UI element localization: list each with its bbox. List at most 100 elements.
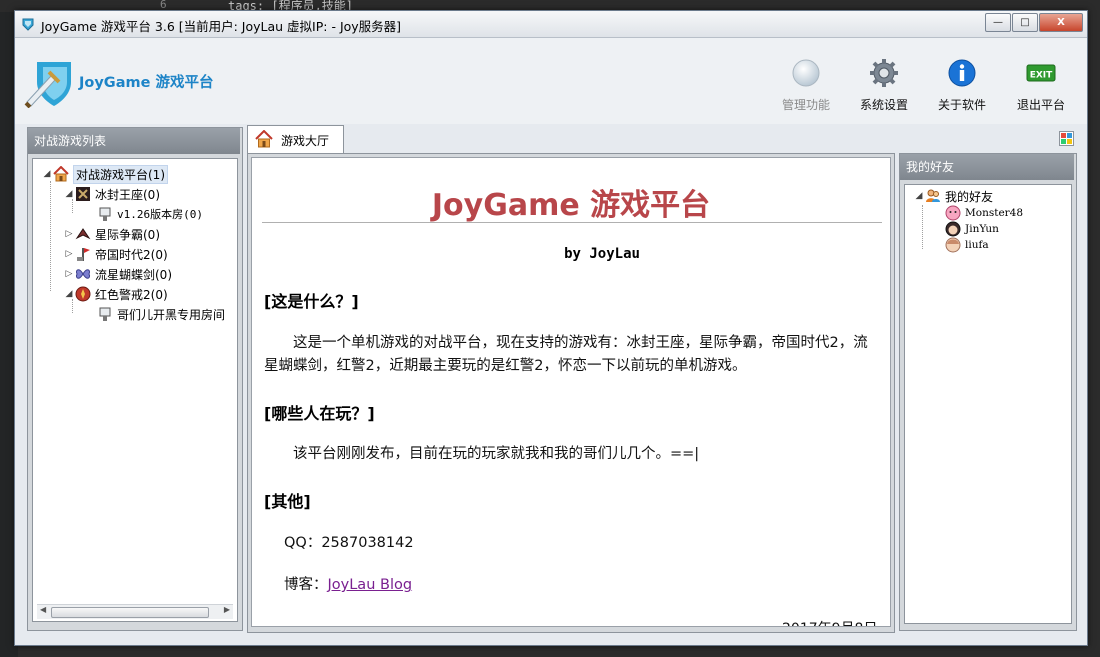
avatar-icon	[945, 221, 961, 237]
maximize-button[interactable]: □	[1012, 13, 1038, 32]
game-list-panel: 对战游戏列表 ◢ 对战游戏平台(1) ◢ 冰封王座(0) v1.26版本房(0)…	[27, 127, 243, 631]
scroll-right-icon[interactable]: ▶	[224, 605, 230, 614]
qq-value: 2587038142	[321, 535, 414, 551]
section-heading-what: [这是什么？]	[264, 292, 359, 311]
shield-sword-logo-icon	[24, 62, 71, 109]
warcraft-icon	[76, 187, 90, 201]
friend-name: Monster48	[965, 207, 1024, 219]
info-icon	[948, 59, 976, 87]
manage-button[interactable]: 管理功能	[771, 58, 841, 113]
author-line: by JoyLau	[564, 246, 640, 262]
lobby-content[interactable]: JoyGame 游戏平台 by JoyLau [这是什么？] 这是一个单机游戏的…	[251, 157, 891, 627]
expand-arrow-icon[interactable]: ◢	[41, 169, 53, 179]
gear-icon	[870, 59, 898, 87]
friends-tree[interactable]: ◢ 我的好友 Monster48 JinYun liufa	[904, 184, 1072, 624]
tree-item-label: 哥们儿开黑专用房间	[117, 307, 226, 322]
starcraft-icon	[75, 228, 91, 240]
tree-item-label: 冰封王座(0)	[95, 187, 160, 202]
tree-item-label: 对战游戏平台(1)	[73, 164, 168, 184]
friend-group-label: 我的好友	[945, 189, 994, 204]
age-of-empires-icon	[77, 248, 90, 261]
about-label: 关于软件	[937, 98, 986, 112]
tree-item-label: 红色警戒2(0)	[95, 287, 168, 302]
blog-line: 博客：JoyLau Blog	[284, 574, 890, 597]
minimize-button[interactable]: —	[985, 13, 1011, 32]
friend-item[interactable]: JinYun	[945, 221, 999, 237]
game-list-header: 对战游戏列表	[28, 128, 240, 154]
title-bar[interactable]: JoyGame 游戏平台 3.6 [当前用户: JoyLau 虚拟IP: - J…	[15, 11, 1087, 38]
exit-button[interactable]: EXIT 退出平台	[1006, 58, 1076, 113]
svg-text:EXIT: EXIT	[1030, 71, 1053, 81]
lobby-frame: JoyGame 游戏平台 by JoyLau [这是什么？] 这是一个单机游戏的…	[247, 153, 895, 633]
qq-label: QQ：	[284, 535, 322, 551]
blog-label: 博客：	[284, 577, 328, 593]
app-header: JoyGame 游戏平台 管理功能 系统设置 关于软件 EXIT 退出平台	[15, 38, 1087, 124]
qq-line: QQ：2587038142	[284, 532, 890, 555]
friend-item[interactable]: liufa	[945, 237, 989, 253]
exit-icon: EXIT	[1026, 64, 1056, 82]
expand-arrow-icon[interactable]: ◢	[63, 189, 75, 199]
tree-item-label: 星际争霸(0)	[95, 227, 160, 242]
section-heading-other: [其他]	[264, 492, 311, 511]
manage-label: 管理功能	[781, 98, 830, 112]
friend-name: JinYun	[965, 223, 999, 235]
avatar-icon	[945, 205, 961, 221]
tree-item-label: v1.26版本房(0)	[117, 208, 203, 221]
section-body-who: 该平台刚刚发布，目前在玩的玩家就我和我的哥们儿几个。==|	[264, 446, 700, 462]
tree-item-red-alert[interactable]: ◢ 红色警戒2(0)	[63, 285, 168, 303]
friend-item[interactable]: Monster48	[945, 205, 1023, 221]
settings-button[interactable]: 系统设置	[849, 58, 919, 113]
expand-arrow-icon[interactable]: ◢	[63, 289, 75, 299]
expand-arrow-icon[interactable]: ◢	[913, 191, 925, 201]
tree-item-age-of-empires[interactable]: ▷ 帝国时代2(0)	[63, 245, 168, 263]
close-button[interactable]: X	[1039, 13, 1083, 32]
collapse-arrow-icon[interactable]: ▷	[63, 249, 75, 259]
app-icon	[22, 18, 34, 31]
tab-label: 游戏大厅	[281, 134, 330, 148]
home-icon	[53, 166, 69, 182]
red-alert-icon	[75, 286, 91, 302]
tree-connector	[922, 205, 923, 249]
title-divider	[262, 222, 882, 223]
game-tree[interactable]: ◢ 对战游戏平台(1) ◢ 冰封王座(0) v1.26版本房(0) ▷ 星际争霸…	[32, 158, 238, 622]
avatar-icon	[945, 237, 961, 253]
globe-icon	[792, 59, 820, 87]
tree-item-label: 帝国时代2(0)	[95, 247, 168, 262]
scrollbar-thumb[interactable]	[51, 607, 209, 618]
collapse-arrow-icon[interactable]: ▷	[63, 269, 75, 279]
joygame-window: JoyGame 游戏平台 3.6 [当前用户: JoyLau 虚拟IP: - J…	[14, 10, 1088, 646]
window-title: JoyGame 游戏平台 3.6 [当前用户: JoyLau 虚拟IP: - J…	[41, 19, 402, 34]
tree-item-room-buddies[interactable]: 哥们儿开黑专用房间	[97, 305, 225, 323]
window-controls: — □ X	[984, 13, 1083, 32]
tree-item-warcraft[interactable]: ◢ 冰封王座(0)	[63, 185, 160, 203]
tab-game-lobby[interactable]: 游戏大厅	[247, 125, 344, 154]
friend-name: liufa	[965, 239, 989, 251]
tree-item-room-v126[interactable]: v1.26版本房(0)	[97, 205, 203, 223]
friends-header: 我的好友	[900, 154, 1074, 180]
exit-label: 退出平台	[1016, 98, 1065, 112]
page-title: JoyGame 游戏平台	[431, 188, 711, 223]
tree-item-label: 流星蝴蝶剑(0)	[95, 267, 172, 282]
app-logo	[23, 58, 77, 111]
skin-palette-icon[interactable]	[1059, 131, 1074, 146]
friends-panel: 我的好友 ◢ 我的好友 Monster48 JinYun liufa	[899, 153, 1077, 631]
tree-item-platform-root[interactable]: ◢ 对战游戏平台(1)	[41, 164, 168, 184]
room-icon	[99, 307, 111, 321]
friends-group-icon	[926, 189, 940, 202]
section-heading-who: [哪些人在玩？]	[264, 404, 375, 423]
collapse-arrow-icon[interactable]: ▷	[63, 229, 75, 239]
home-icon	[255, 130, 273, 148]
blog-link[interactable]: JoyLau Blog	[328, 577, 413, 593]
friend-group-my-friends[interactable]: ◢ 我的好友	[913, 187, 993, 205]
scroll-left-icon[interactable]: ◀	[40, 605, 46, 614]
publish-date: 2017年9月8日	[782, 618, 877, 626]
horizontal-scrollbar[interactable]: ◀ ▶	[37, 604, 233, 619]
app-logo-text: JoyGame 游戏平台	[79, 75, 214, 91]
tree-item-butterfly-sword[interactable]: ▷ 流星蝴蝶剑(0)	[63, 265, 172, 283]
room-icon	[99, 207, 111, 221]
settings-label: 系统设置	[859, 98, 908, 112]
tree-connector	[50, 181, 51, 291]
about-button[interactable]: 关于软件	[927, 58, 997, 113]
butterfly-icon	[76, 269, 90, 279]
tree-item-starcraft[interactable]: ▷ 星际争霸(0)	[63, 225, 160, 243]
